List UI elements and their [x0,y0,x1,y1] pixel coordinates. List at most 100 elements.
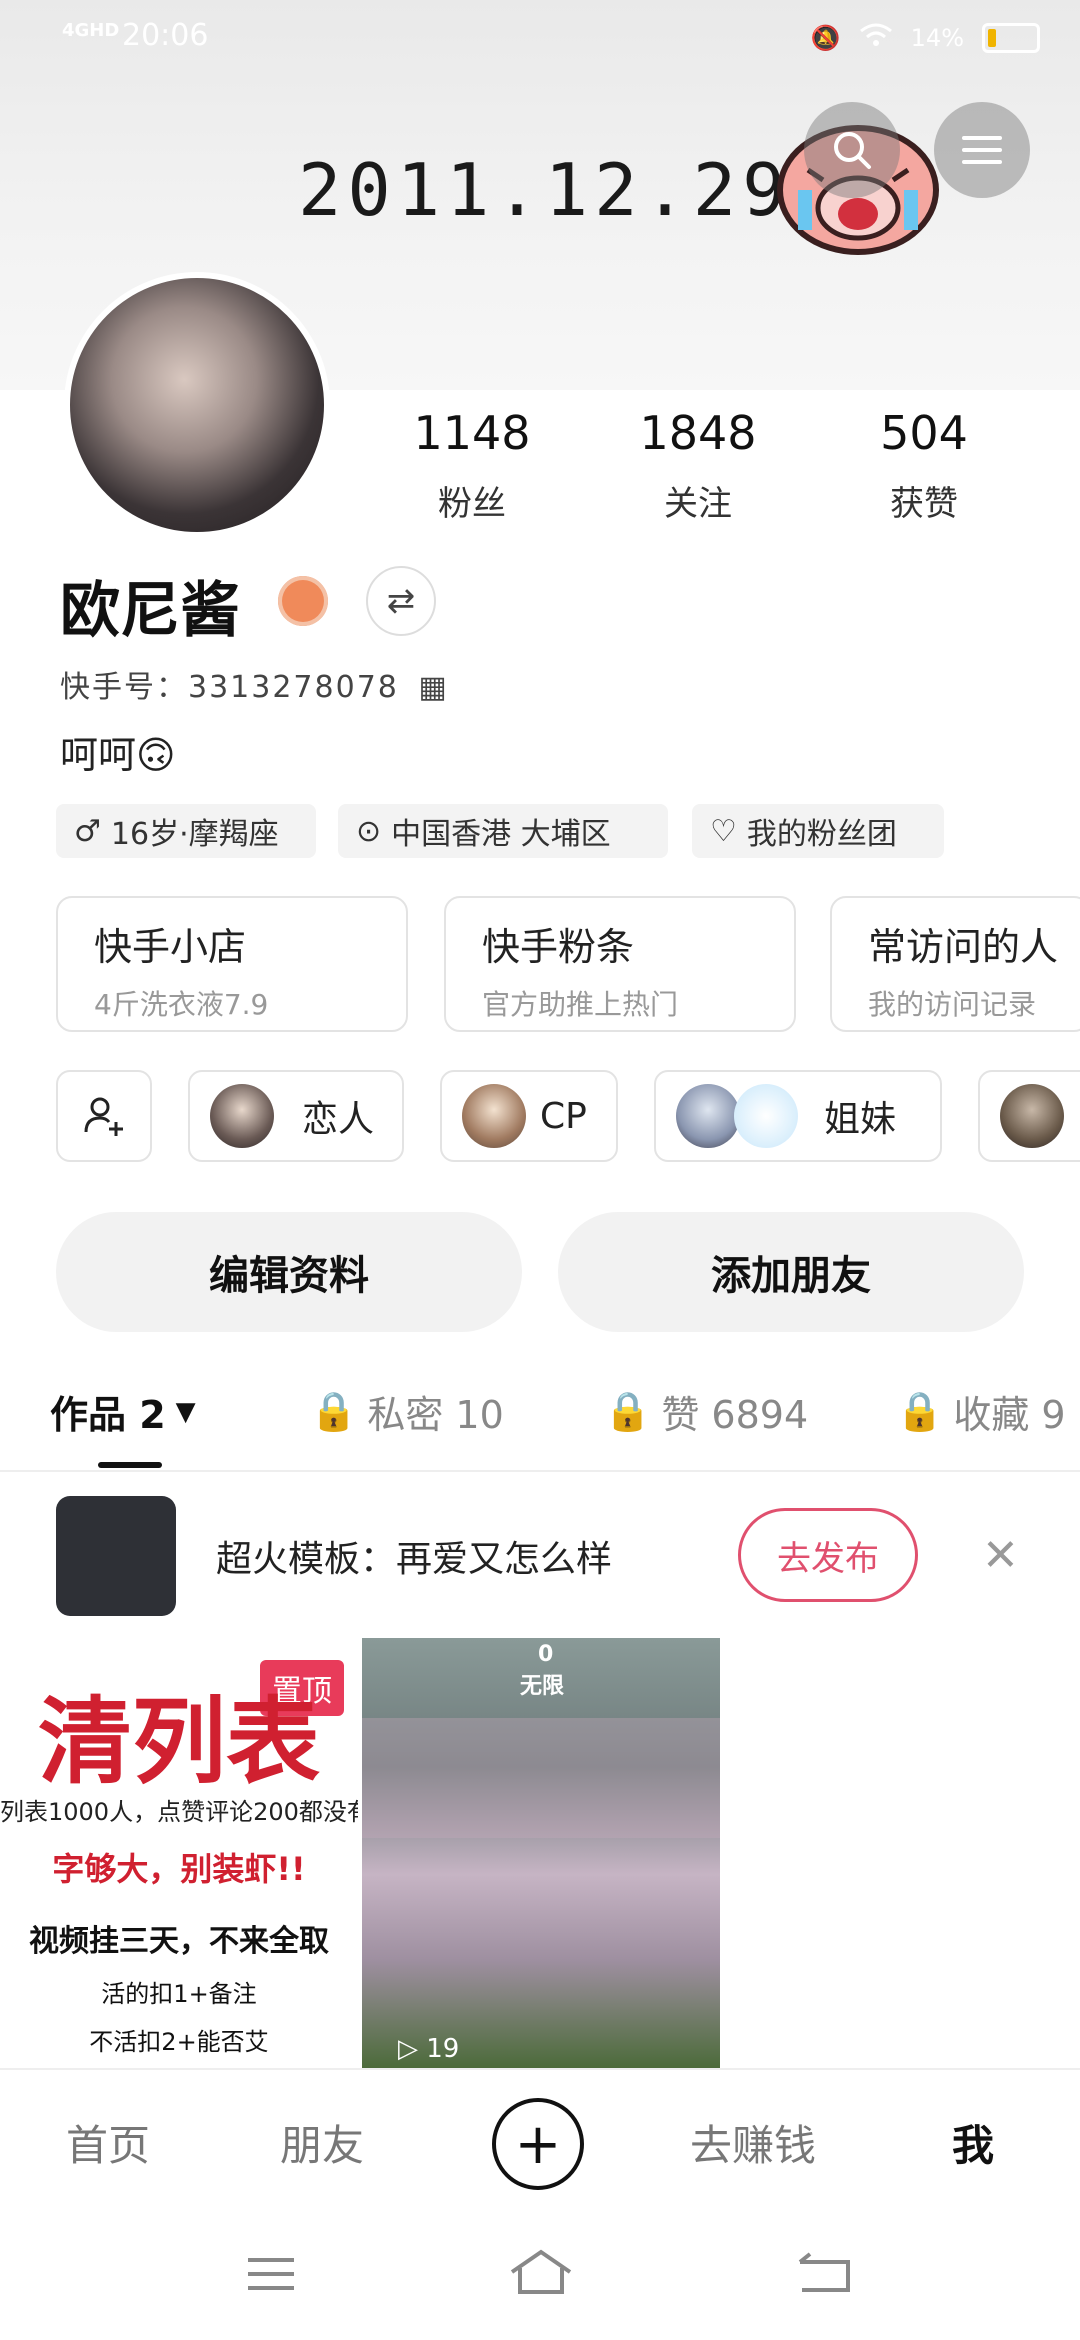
swap-icon: ⇄ [386,581,416,621]
user-id: 快手号：3313278078 ▦ [60,662,449,706]
promo-text: 超火模板：再爱又怎么样 [216,1539,613,1580]
play-icon: ▷ [34,2034,54,2064]
publish-button[interactable]: 去发布 [738,1508,918,1602]
relation-label: 恋人 [302,1099,375,1140]
tag-age[interactable]: ♂ 16岁·摩羯座 [56,804,316,858]
game-scene [362,1718,720,1838]
overlay-label: 无限 [520,1674,565,1699]
bio: 呵呵🙃 [60,733,176,777]
tag-label: 16岁·摩羯座 [110,817,279,852]
add-relation-button[interactable] [56,1070,152,1162]
recent-apps-icon[interactable] [244,2254,298,2298]
tag-label: 中国香港 大埔区 [391,817,611,852]
add-friend-button[interactable]: 添加朋友 [558,1212,1024,1332]
relation-label: CP [540,1095,587,1137]
stat-followers[interactable]: 1148 粉丝 [382,406,562,525]
status-bar: 4GHD 20:06 🔕 14% [0,0,1080,72]
banner-text: 2011.12.29^ [298,148,841,232]
menu-button[interactable] [934,102,1030,198]
heart-icon: ♡ [710,813,737,849]
overlay-number: 0 [538,1642,554,1667]
relation-avatar [734,1084,798,1148]
promo-thumbnail[interactable] [56,1496,176,1616]
edit-profile-button[interactable]: 编辑资料 [56,1212,522,1332]
nav-earn[interactable]: 去赚钱 [690,2112,816,2173]
qr-code-icon[interactable]: ▦ [418,670,448,705]
tag-location[interactable]: ⊙ 中国香港 大埔区 [338,804,668,858]
play-count: ▷ 19 [398,2034,459,2064]
close-icon[interactable]: ✕ [982,1530,1019,1581]
video-thumbnail[interactable]: 置顶 清列表 列表1000人，点赞评论200都没有 字够大，别装虾!! 视频挂三… [0,1638,358,2068]
video-text: 视频挂三天，不来全取 [29,1924,329,1959]
add-user-icon [84,1097,123,1136]
tab-label: 私密 10 [367,1393,504,1437]
stat-likes[interactable]: 504 获赞 [834,406,1014,525]
video-text: 活的扣1+备注 [101,1980,257,2008]
card-title: 常访问的人 [868,925,1059,969]
tab-likes[interactable]: 🔒 赞 6894 [604,1384,808,1439]
plus-icon: + [514,2111,562,2177]
home-icon[interactable] [508,2248,574,2300]
level-badge-icon[interactable] [278,576,328,626]
stat-label: 关注 [664,484,732,524]
play-count: ▷ 46 [34,2034,95,2064]
relation-lover[interactable]: 恋人 [188,1070,404,1162]
avatar[interactable] [64,272,330,538]
mute-icon: 🔕 [810,24,841,52]
video-text: 列表1000人，点赞评论200都没有 [0,1798,358,1826]
profile-name: 欧尼酱 [60,576,240,646]
stat-value: 1848 [639,406,757,460]
nav-me[interactable]: 我 [952,2112,994,2173]
relation-avatar [1000,1084,1064,1148]
wifi-icon [859,22,893,54]
card-subtitle: 4斤洗衣液7.9 [94,988,269,1021]
search-icon [834,132,871,169]
nav-home[interactable]: 首页 [66,2112,150,2173]
card-shop[interactable]: 快手小店 4斤洗衣液7.9 [56,896,408,1032]
battery-percent: 14% [910,24,964,52]
card-subtitle: 我的访问记录 [868,988,1037,1021]
card-promote[interactable]: 快手粉条 官方助推上热门 [444,896,796,1032]
lock-icon: 🔒 [604,1389,652,1433]
tab-label: 收藏 9 [953,1393,1066,1437]
tab-works[interactable]: 作品 2 ▼ [50,1384,196,1439]
tag-fan-club[interactable]: ♡ 我的粉丝团 [692,804,944,858]
stat-following[interactable]: 1848 关注 [608,406,788,525]
video-thumbnail[interactable]: 0 无限 ▷ 19 [362,1638,720,2068]
nav-friends[interactable]: 朋友 [280,2112,364,2173]
relation-label: 姐妹 [824,1099,897,1140]
relation-cp[interactable]: CP [440,1070,618,1162]
status-time: 20:06 [122,18,209,53]
relation-sisters[interactable]: 姐妹 [654,1070,942,1162]
stat-label: 获赞 [890,484,958,524]
battery-icon [982,23,1040,53]
male-icon: ♂ [74,813,101,849]
stat-value: 504 [880,406,968,460]
relation-more[interactable] [978,1070,1080,1162]
hamburger-icon [962,136,1002,164]
location-icon: ⊙ [356,813,382,849]
tab-label: 作品 2 [50,1393,166,1437]
divider [0,1470,1080,1472]
tab-private[interactable]: 🔒 私密 10 [310,1384,504,1439]
card-visitors[interactable]: 常访问的人 我的访问记录 [830,896,1080,1032]
tab-label: 赞 6894 [661,1393,809,1437]
play-icon: ▷ [398,2034,418,2064]
relation-avatar [676,1084,740,1148]
lock-icon: 🔒 [310,1389,358,1433]
create-button[interactable]: + [492,2098,584,2190]
search-button[interactable] [804,102,900,198]
card-title: 快手小店 [94,925,247,969]
lock-icon: 🔒 [896,1389,944,1433]
tab-favorites[interactable]: 🔒 收藏 9 [896,1384,1080,1439]
card-subtitle: 官方助推上热门 [482,988,679,1021]
video-text: 清列表 [37,1688,320,1797]
video-text: 字够大，别装虾!! [52,1850,306,1888]
caret-down-icon: ▼ [175,1396,196,1427]
back-icon[interactable] [796,2252,852,2298]
switch-account-button[interactable]: ⇄ [366,566,436,636]
tag-label: 我的粉丝团 [746,817,897,852]
relation-avatar [210,1084,274,1148]
tab-indicator [98,1462,162,1468]
stat-value: 1148 [413,406,531,460]
